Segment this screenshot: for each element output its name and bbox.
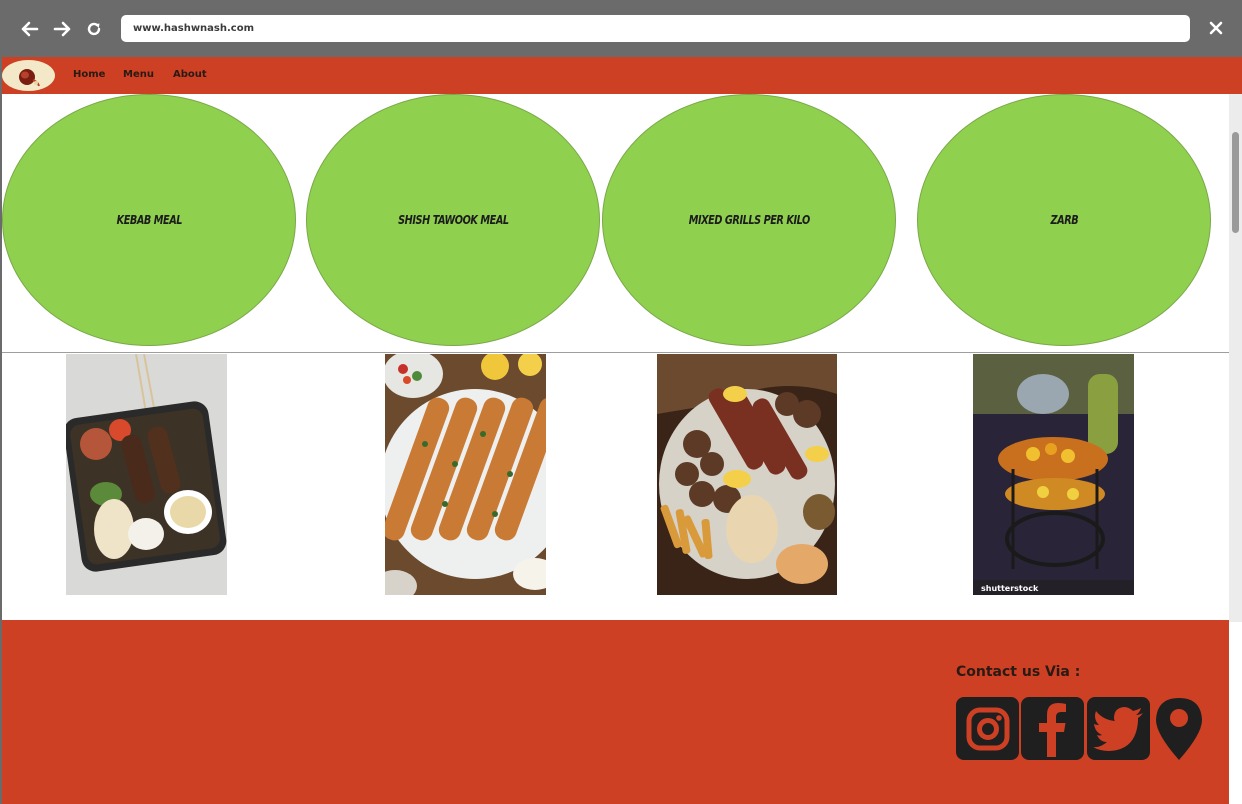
reload-button[interactable] bbox=[81, 16, 107, 42]
shish-tawook-photo bbox=[385, 354, 546, 595]
forward-button[interactable] bbox=[49, 16, 75, 42]
meal-title: SHISH TAWOOK MEAL bbox=[397, 213, 509, 227]
page-viewport: Home Menu About KEBAB MEAL SHISH TAWOOK … bbox=[2, 57, 1242, 804]
meal-title: MIXED GRILLS PER KILO bbox=[688, 213, 810, 227]
facebook-link[interactable] bbox=[1021, 697, 1084, 760]
zarb-photo: shutterstock bbox=[973, 354, 1134, 595]
site-footer: Contact us Via : miro bbox=[2, 620, 1229, 804]
twitter-link[interactable] bbox=[1087, 697, 1150, 760]
contact-label: Contact us Via : bbox=[956, 664, 1081, 680]
twitter-icon bbox=[1092, 706, 1143, 751]
location-pin-icon bbox=[1156, 698, 1202, 760]
meal-title: KEBAB MEAL bbox=[116, 213, 182, 227]
meal-zarb-button[interactable]: ZARB bbox=[917, 94, 1211, 346]
nav-menu[interactable]: Menu bbox=[123, 69, 154, 80]
arrow-right-icon bbox=[53, 21, 71, 37]
facebook-icon bbox=[1038, 702, 1066, 757]
section-divider bbox=[2, 352, 1229, 353]
browser-toolbar: www.hashwnash.com bbox=[0, 0, 1242, 57]
site-header: Home Menu About bbox=[2, 57, 1242, 94]
mixed-grills-photo bbox=[657, 354, 837, 595]
instagram-icon bbox=[966, 707, 1009, 750]
instagram-link[interactable] bbox=[956, 697, 1019, 760]
reload-icon bbox=[87, 22, 101, 36]
close-button[interactable] bbox=[1204, 16, 1228, 40]
photo-watermark: shutterstock bbox=[981, 584, 1039, 593]
close-icon bbox=[1209, 21, 1223, 35]
meal-mixed-grills-button[interactable]: MIXED GRILLS PER KILO bbox=[602, 94, 896, 346]
address-bar[interactable]: www.hashwnash.com bbox=[121, 15, 1190, 42]
meal-shish-tawook-button[interactable]: SHISH TAWOOK MEAL bbox=[306, 94, 600, 346]
meal-title: ZARB bbox=[1050, 213, 1078, 227]
nav-home[interactable]: Home bbox=[73, 69, 105, 80]
scrollbar-thumb[interactable] bbox=[1232, 132, 1239, 233]
location-link[interactable] bbox=[1154, 696, 1204, 762]
kebab-meal-photo bbox=[66, 354, 227, 595]
arrow-left-icon bbox=[21, 21, 39, 37]
site-logo[interactable] bbox=[2, 60, 55, 91]
nav-about[interactable]: About bbox=[173, 69, 207, 80]
back-button[interactable] bbox=[17, 16, 43, 42]
grill-logo-icon bbox=[18, 68, 40, 86]
meal-kebab-button[interactable]: KEBAB MEAL bbox=[2, 94, 296, 346]
